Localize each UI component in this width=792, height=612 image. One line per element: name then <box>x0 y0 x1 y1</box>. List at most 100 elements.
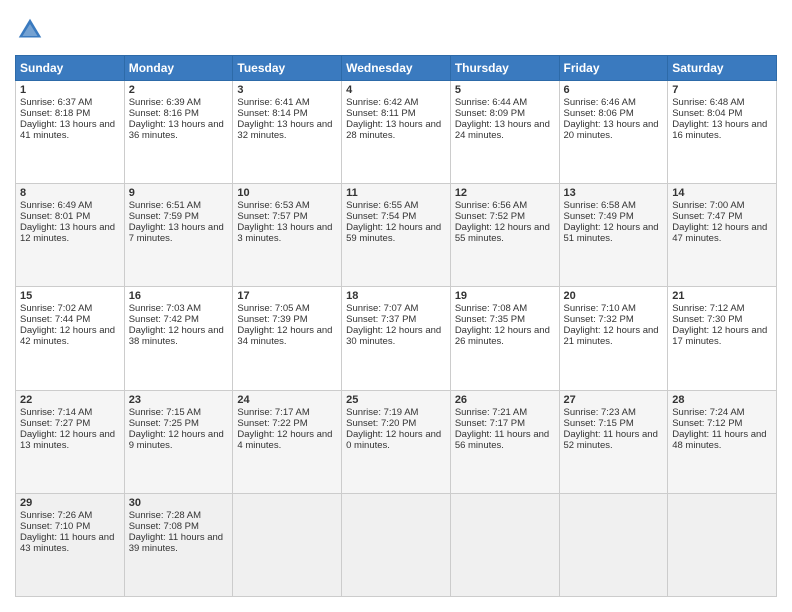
day-number: 1 <box>20 84 120 96</box>
sunset-text: Sunset: 8:04 PM <box>672 108 772 119</box>
sunset-text: Sunset: 7:20 PM <box>346 418 446 429</box>
daylight-text: Daylight: 11 hours and 43 minutes. <box>20 532 120 554</box>
sunset-text: Sunset: 7:59 PM <box>129 211 229 222</box>
sunset-text: Sunset: 7:30 PM <box>672 314 772 325</box>
sunset-text: Sunset: 8:16 PM <box>129 108 229 119</box>
calendar-header-tuesday: Tuesday <box>233 56 342 81</box>
daylight-text: Daylight: 13 hours and 24 minutes. <box>455 119 555 141</box>
calendar-cell: 16Sunrise: 7:03 AMSunset: 7:42 PMDayligh… <box>124 287 233 390</box>
header <box>15 15 777 45</box>
sunset-text: Sunset: 7:42 PM <box>129 314 229 325</box>
sunset-text: Sunset: 7:22 PM <box>237 418 337 429</box>
calendar-cell: 28Sunrise: 7:24 AMSunset: 7:12 PMDayligh… <box>668 390 777 493</box>
sunset-text: Sunset: 7:52 PM <box>455 211 555 222</box>
sunrise-text: Sunrise: 6:55 AM <box>346 200 446 211</box>
calendar-cell: 30Sunrise: 7:28 AMSunset: 7:08 PMDayligh… <box>124 493 233 596</box>
day-number: 26 <box>455 394 555 406</box>
sunset-text: Sunset: 7:49 PM <box>564 211 664 222</box>
calendar-cell: 20Sunrise: 7:10 AMSunset: 7:32 PMDayligh… <box>559 287 668 390</box>
sunrise-text: Sunrise: 6:44 AM <box>455 97 555 108</box>
sunrise-text: Sunrise: 6:53 AM <box>237 200 337 211</box>
sunrise-text: Sunrise: 6:49 AM <box>20 200 120 211</box>
sunset-text: Sunset: 8:11 PM <box>346 108 446 119</box>
calendar-week-row: 8Sunrise: 6:49 AMSunset: 8:01 PMDaylight… <box>16 184 777 287</box>
sunrise-text: Sunrise: 7:08 AM <box>455 303 555 314</box>
calendar-cell: 17Sunrise: 7:05 AMSunset: 7:39 PMDayligh… <box>233 287 342 390</box>
calendar-cell: 13Sunrise: 6:58 AMSunset: 7:49 PMDayligh… <box>559 184 668 287</box>
sunset-text: Sunset: 7:57 PM <box>237 211 337 222</box>
day-number: 3 <box>237 84 337 96</box>
day-number: 6 <box>564 84 664 96</box>
day-number: 25 <box>346 394 446 406</box>
day-number: 11 <box>346 187 446 199</box>
daylight-text: Daylight: 13 hours and 12 minutes. <box>20 222 120 244</box>
daylight-text: Daylight: 11 hours and 52 minutes. <box>564 429 664 451</box>
daylight-text: Daylight: 12 hours and 26 minutes. <box>455 325 555 347</box>
day-number: 18 <box>346 290 446 302</box>
sunrise-text: Sunrise: 7:23 AM <box>564 407 664 418</box>
day-number: 28 <box>672 394 772 406</box>
daylight-text: Daylight: 11 hours and 39 minutes. <box>129 532 229 554</box>
calendar-header-wednesday: Wednesday <box>342 56 451 81</box>
day-number: 7 <box>672 84 772 96</box>
calendar-cell <box>233 493 342 596</box>
sunset-text: Sunset: 7:10 PM <box>20 521 120 532</box>
day-number: 30 <box>129 497 229 509</box>
day-number: 22 <box>20 394 120 406</box>
calendar-header-friday: Friday <box>559 56 668 81</box>
sunrise-text: Sunrise: 7:03 AM <box>129 303 229 314</box>
calendar-cell <box>559 493 668 596</box>
day-number: 21 <box>672 290 772 302</box>
day-number: 23 <box>129 394 229 406</box>
day-number: 14 <box>672 187 772 199</box>
calendar-cell: 22Sunrise: 7:14 AMSunset: 7:27 PMDayligh… <box>16 390 125 493</box>
calendar-cell: 23Sunrise: 7:15 AMSunset: 7:25 PMDayligh… <box>124 390 233 493</box>
sunrise-text: Sunrise: 7:19 AM <box>346 407 446 418</box>
calendar-cell: 19Sunrise: 7:08 AMSunset: 7:35 PMDayligh… <box>450 287 559 390</box>
day-number: 10 <box>237 187 337 199</box>
day-number: 13 <box>564 187 664 199</box>
sunrise-text: Sunrise: 7:17 AM <box>237 407 337 418</box>
sunset-text: Sunset: 7:15 PM <box>564 418 664 429</box>
sunset-text: Sunset: 7:17 PM <box>455 418 555 429</box>
daylight-text: Daylight: 13 hours and 32 minutes. <box>237 119 337 141</box>
sunrise-text: Sunrise: 6:42 AM <box>346 97 446 108</box>
daylight-text: Daylight: 13 hours and 16 minutes. <box>672 119 772 141</box>
daylight-text: Daylight: 12 hours and 0 minutes. <box>346 429 446 451</box>
sunrise-text: Sunrise: 7:02 AM <box>20 303 120 314</box>
sunset-text: Sunset: 7:39 PM <box>237 314 337 325</box>
sunset-text: Sunset: 8:09 PM <box>455 108 555 119</box>
calendar-cell <box>450 493 559 596</box>
calendar-cell: 11Sunrise: 6:55 AMSunset: 7:54 PMDayligh… <box>342 184 451 287</box>
daylight-text: Daylight: 12 hours and 47 minutes. <box>672 222 772 244</box>
sunrise-text: Sunrise: 7:24 AM <box>672 407 772 418</box>
calendar-week-row: 29Sunrise: 7:26 AMSunset: 7:10 PMDayligh… <box>16 493 777 596</box>
sunrise-text: Sunrise: 7:00 AM <box>672 200 772 211</box>
sunrise-text: Sunrise: 7:10 AM <box>564 303 664 314</box>
calendar-week-row: 15Sunrise: 7:02 AMSunset: 7:44 PMDayligh… <box>16 287 777 390</box>
calendar-cell: 4Sunrise: 6:42 AMSunset: 8:11 PMDaylight… <box>342 81 451 184</box>
daylight-text: Daylight: 13 hours and 28 minutes. <box>346 119 446 141</box>
calendar-cell: 25Sunrise: 7:19 AMSunset: 7:20 PMDayligh… <box>342 390 451 493</box>
sunset-text: Sunset: 8:18 PM <box>20 108 120 119</box>
daylight-text: Daylight: 12 hours and 42 minutes. <box>20 325 120 347</box>
day-number: 16 <box>129 290 229 302</box>
daylight-text: Daylight: 13 hours and 3 minutes. <box>237 222 337 244</box>
daylight-text: Daylight: 12 hours and 55 minutes. <box>455 222 555 244</box>
daylight-text: Daylight: 12 hours and 17 minutes. <box>672 325 772 347</box>
calendar-cell: 14Sunrise: 7:00 AMSunset: 7:47 PMDayligh… <box>668 184 777 287</box>
sunrise-text: Sunrise: 6:39 AM <box>129 97 229 108</box>
daylight-text: Daylight: 12 hours and 51 minutes. <box>564 222 664 244</box>
daylight-text: Daylight: 11 hours and 56 minutes. <box>455 429 555 451</box>
day-number: 15 <box>20 290 120 302</box>
sunset-text: Sunset: 7:37 PM <box>346 314 446 325</box>
calendar-header-row: SundayMondayTuesdayWednesdayThursdayFrid… <box>16 56 777 81</box>
sunset-text: Sunset: 7:08 PM <box>129 521 229 532</box>
calendar-header-monday: Monday <box>124 56 233 81</box>
calendar-cell: 15Sunrise: 7:02 AMSunset: 7:44 PMDayligh… <box>16 287 125 390</box>
day-number: 2 <box>129 84 229 96</box>
day-number: 19 <box>455 290 555 302</box>
day-number: 27 <box>564 394 664 406</box>
sunrise-text: Sunrise: 7:05 AM <box>237 303 337 314</box>
sunrise-text: Sunrise: 7:14 AM <box>20 407 120 418</box>
